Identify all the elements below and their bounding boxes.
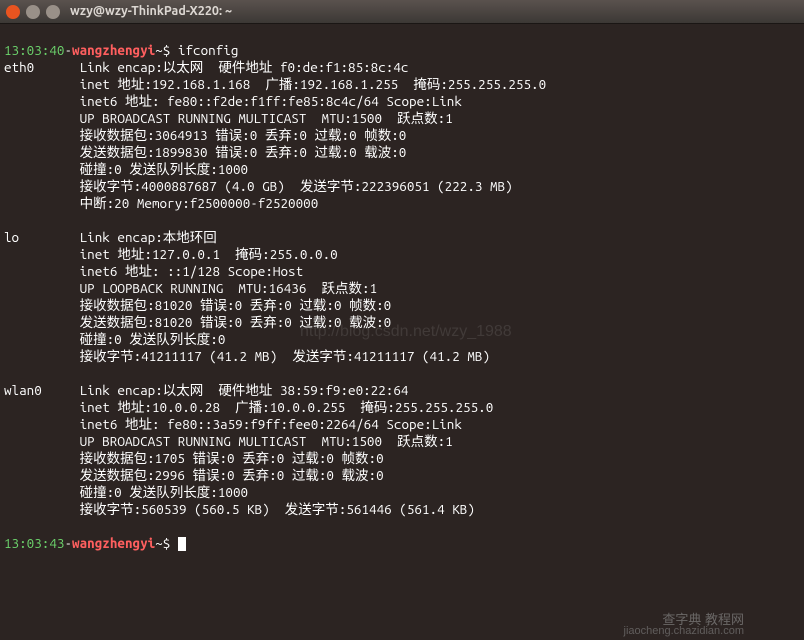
maximize-icon[interactable] [46, 5, 60, 19]
eth0-l5: 接收数据包:3064913 错误:0 丢弃:0 过载:0 帧数:0 [80, 127, 407, 143]
lo-l8: 接收字节:41211117 (41.2 MB) 发送字节:41211117 (4… [80, 348, 490, 364]
lo-l5: 接收数据包:81020 错误:0 丢弃:0 过载:0 帧数:0 [80, 297, 392, 313]
wlan0-l5: 接收数据包:1705 错误:0 丢弃:0 过载:0 帧数:0 [80, 450, 384, 466]
wlan0-l8: 接收字节:560539 (560.5 KB) 发送字节:561446 (561.… [80, 501, 475, 517]
prompt2-sep: - [64, 535, 72, 551]
watermark-brand: 查字典 教程网 [662, 611, 744, 628]
lo-l6: 发送数据包:81020 错误:0 丢弃:0 过载:0 载波:0 [80, 314, 392, 330]
lo-l2: inet 地址:127.0.0.1 掩码:255.0.0.0 [80, 246, 338, 262]
eth0-l3: inet6 地址: fe80::f2de:f1ff:fe85:8c4c/64 S… [80, 93, 462, 109]
eth0-l2: inet 地址:192.168.1.168 广播:192.168.1.255 掩… [80, 76, 547, 92]
iface-eth0: eth0 [4, 59, 34, 75]
close-icon[interactable] [6, 5, 20, 19]
lo-l3: inet6 地址: ::1/128 Scope:Host [80, 263, 304, 279]
prompt2-sym: ~$ [155, 535, 178, 551]
eth0-l6: 发送数据包:1899830 错误:0 丢弃:0 过载:0 载波:0 [80, 144, 407, 160]
terminal[interactable]: 13:03:40-wangzhengyi~$ ifconfig eth0 Lin… [0, 24, 804, 554]
command: ifconfig [178, 42, 238, 58]
prompt-time: 13:03:40 [4, 42, 64, 58]
eth0-l7: 碰撞:0 发送队列长度:1000 [80, 161, 248, 177]
eth0-l1: Link encap:以太网 硬件地址 f0:de:f1:85:8c:4c [80, 59, 409, 75]
wlan0-l2: inet 地址:10.0.0.28 广播:10.0.0.255 掩码:255.2… [80, 399, 494, 415]
wlan0-l3: inet6 地址: fe80::3a59:f9ff:fee0:2264/64 S… [80, 416, 462, 432]
lo-l4: UP LOOPBACK RUNNING MTU:16436 跃点数:1 [80, 280, 378, 296]
eth0-l4: UP BROADCAST RUNNING MULTICAST MTU:1500 … [80, 110, 453, 126]
eth0-l8: 接收字节:4000887687 (4.0 GB) 发送字节:222396051 … [80, 178, 513, 194]
wlan0-l4: UP BROADCAST RUNNING MULTICAST MTU:1500 … [80, 433, 453, 449]
iface-wlan0: wlan0 [4, 382, 42, 398]
wlan0-l1: Link encap:以太网 硬件地址 38:59:f9:e0:22:64 [80, 382, 409, 398]
wlan0-l6: 发送数据包:2996 错误:0 丢弃:0 过载:0 载波:0 [80, 467, 384, 483]
prompt-host: wangzhengyi [72, 42, 155, 58]
prompt-sep: - [64, 42, 72, 58]
iface-lo: lo [4, 229, 19, 245]
watermark-url: jiaocheng.chazidian.com [624, 623, 744, 640]
eth0-l9: 中断:20 Memory:f2500000-f2520000 [80, 195, 319, 211]
prompt2-time: 13:03:43 [4, 535, 64, 551]
prompt-sym: ~$ [155, 42, 178, 58]
minimize-icon[interactable] [26, 5, 40, 19]
prompt2-host: wangzhengyi [72, 535, 155, 551]
window-title: wzy@wzy-ThinkPad-X220: ~ [70, 3, 232, 20]
lo-l1: Link encap:本地环回 [80, 229, 217, 245]
cursor [178, 537, 186, 551]
titlebar[interactable]: wzy@wzy-ThinkPad-X220: ~ [0, 0, 804, 24]
wlan0-l7: 碰撞:0 发送队列长度:1000 [80, 484, 248, 500]
lo-l7: 碰撞:0 发送队列长度:0 [80, 331, 226, 347]
